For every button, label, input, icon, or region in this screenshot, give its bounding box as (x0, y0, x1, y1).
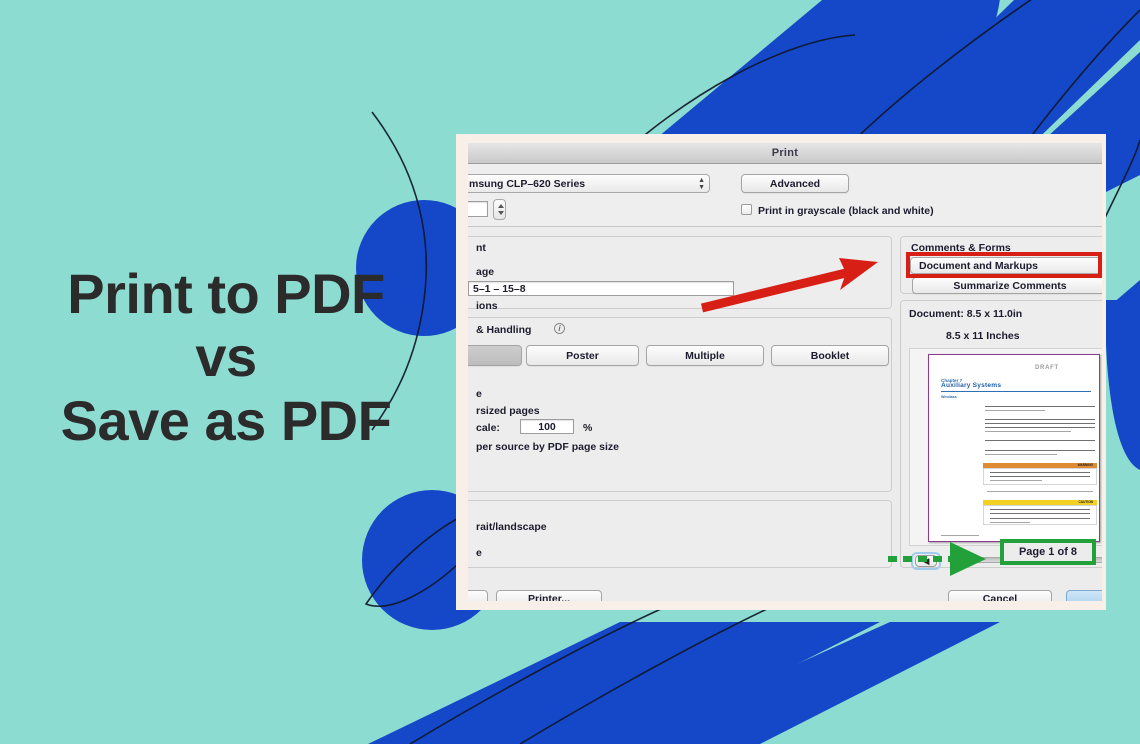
preview-warning-tag: WARNING (1077, 463, 1093, 468)
print-dialog: Print msung CLP–620 Series ▲ ▼ Advanced P… (468, 143, 1102, 601)
page-options-label: ions (476, 300, 498, 312)
copies-field[interactable] (468, 201, 488, 217)
preview-title-rule (941, 391, 1091, 392)
printer-button[interactable]: Printer... (496, 590, 602, 601)
grayscale-checkbox[interactable] (741, 204, 752, 215)
scale-field[interactable]: 100 (520, 419, 574, 434)
red-arrow-icon (700, 258, 878, 313)
preview-doc-footer (941, 535, 979, 537)
green-arrow-icon (888, 542, 986, 576)
chevron-updown-icon: ▲ ▼ (698, 177, 705, 191)
preview-page: DRAFT Chapter 7 Auxiliary Systems Windla… (928, 354, 1100, 542)
red-highlight-summarize-comments (906, 252, 1102, 278)
sizing-button-booklet[interactable]: Booklet (771, 345, 889, 366)
preview-draft-watermark: DRAFT (1035, 365, 1059, 371)
page-range-field[interactable]: 5–1 – 15–8 (468, 281, 734, 296)
orientation-second-label: e (476, 547, 482, 559)
pages-group-header: nt (476, 242, 486, 254)
dialog-body: msung CLP–620 Series ▲ ▼ Advanced Print i… (468, 164, 1102, 601)
sizing-button-multiple[interactable]: Multiple (646, 345, 764, 366)
clipped-left-button[interactable] (468, 590, 488, 601)
summarize-comments-button[interactable]: Summarize Comments (912, 277, 1102, 294)
scale-percent-label: % (583, 422, 593, 434)
size-radio-label: e (476, 388, 482, 400)
info-icon[interactable]: i (554, 323, 565, 334)
paper-source-label: per source by PDF page size (476, 441, 619, 453)
auto-orientation-label: rait/landscape (476, 521, 547, 533)
printer-select-value: msung CLP–620 Series (469, 178, 586, 190)
printer-select[interactable]: msung CLP–620 Series ▲ ▼ (468, 174, 710, 193)
preview-doc-section: Windlass (941, 395, 957, 399)
print-default-button[interactable] (1066, 590, 1102, 601)
document-size-label: Document: 8.5 x 11.0in (909, 308, 1023, 320)
slide-canvas: Print to PDF vs Save as PDF Print msung … (0, 0, 1140, 744)
preview-canvas: DRAFT Chapter 7 Auxiliary Systems Windla… (909, 348, 1102, 546)
scale-label: cale: (476, 422, 500, 434)
advanced-button[interactable]: Advanced (741, 174, 849, 193)
cancel-button[interactable]: Cancel (948, 590, 1052, 601)
paper-size-label: 8.5 x 11 Inches (946, 330, 1020, 342)
preview-warning-callout: WARNING (983, 463, 1097, 485)
page-indicator-label: Page 1 of 8 (1018, 546, 1078, 558)
screenshot-frame: Print msung CLP–620 Series ▲ ▼ Advanced P… (456, 134, 1106, 610)
size-handling-header: & Handling (476, 324, 532, 336)
copies-stepper[interactable] (493, 199, 506, 220)
orientation-group (468, 500, 892, 568)
sizing-button-selected[interactable] (468, 345, 522, 366)
preview-caution-tag: CAUTION (1078, 500, 1093, 505)
dialog-title: Print (771, 147, 799, 159)
pages-radio-label: age (476, 266, 495, 278)
sizing-button-poster[interactable]: Poster (526, 345, 639, 366)
grayscale-checkbox-label: Print in grayscale (black and white) (758, 205, 934, 217)
oversized-pages-label: rsized pages (476, 405, 540, 417)
dialog-titlebar: Print (468, 143, 1102, 164)
printer-row: msung CLP–620 Series ▲ ▼ Advanced Print i… (468, 164, 1102, 227)
preview-caution-callout: CAUTION (983, 500, 1097, 525)
page-title: Print to PDF vs Save as PDF (60, 262, 392, 452)
preview-doc-title: Auxiliary Systems (941, 382, 1002, 389)
